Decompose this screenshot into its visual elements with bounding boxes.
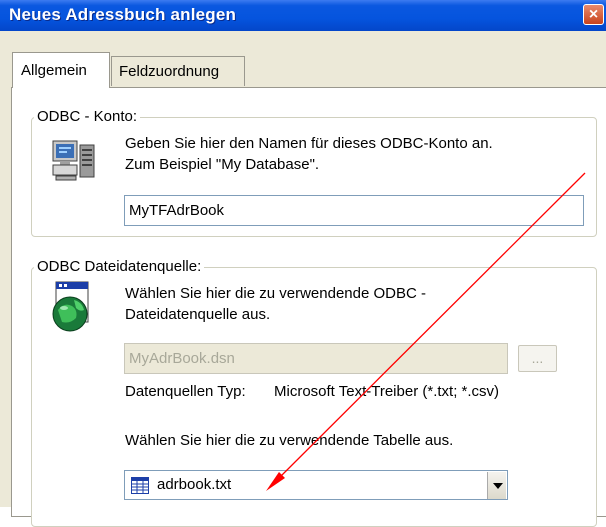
dialog-window: Neues Adressbuch anlegen × Allgemein Fel… [0,0,606,527]
tab-allgemein-label: Allgemein [21,62,87,79]
tab-allgemein[interactable]: Allgemein [12,52,110,88]
